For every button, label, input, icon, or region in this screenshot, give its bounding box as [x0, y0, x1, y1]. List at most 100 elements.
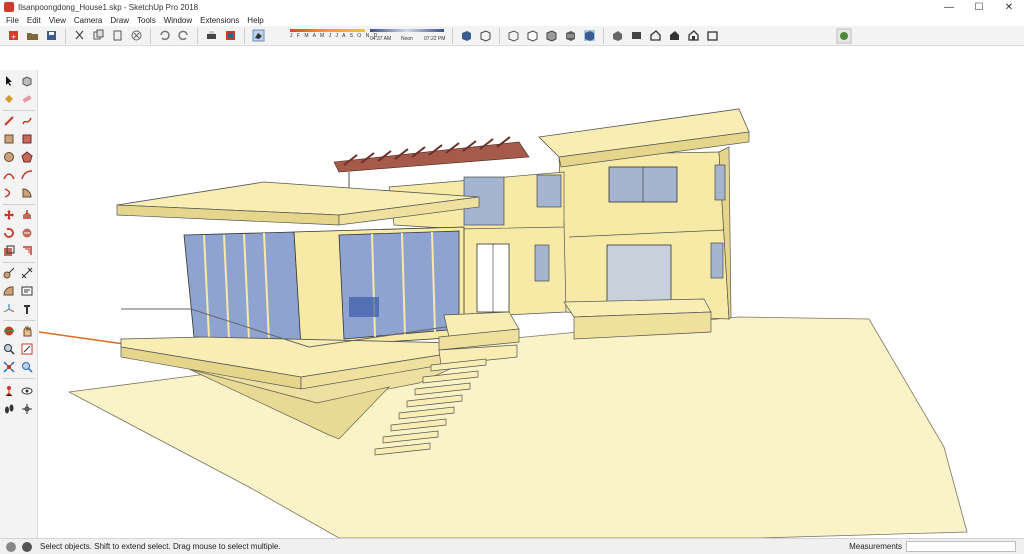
push-pull-icon[interactable]: [20, 208, 34, 222]
left-tool-palette: [0, 70, 38, 538]
menu-draw[interactable]: Draw: [106, 16, 133, 25]
position-camera-icon[interactable]: [2, 384, 16, 398]
shaded-icon[interactable]: [544, 28, 559, 43]
zoom-icon[interactable]: [2, 342, 16, 356]
window-title: Ilsanpoongdong_House1.skp - SketchUp Pro…: [18, 2, 199, 12]
palette-separator: [3, 320, 35, 321]
previous-view-icon[interactable]: [20, 360, 34, 374]
copy-icon[interactable]: [91, 28, 106, 43]
main-toolbar: + J F M A M J J A S O N D 04:37 AM Noon …: [0, 26, 1024, 46]
orbit-icon[interactable]: [2, 324, 16, 338]
two-point-arc-icon[interactable]: [20, 168, 34, 182]
text-tool-icon[interactable]: [20, 284, 34, 298]
erase-icon[interactable]: [129, 28, 144, 43]
menu-help[interactable]: Help: [243, 16, 267, 25]
menu-view[interactable]: View: [45, 16, 70, 25]
top-view-icon[interactable]: [629, 28, 644, 43]
paste-icon[interactable]: [110, 28, 125, 43]
upper-side-window: [714, 164, 726, 201]
shaded-textures-icon[interactable]: [563, 28, 578, 43]
line-tool-icon[interactable]: [2, 114, 16, 128]
geolocation-icon[interactable]: [6, 541, 16, 552]
look-around-icon[interactable]: [20, 384, 34, 398]
window-controls: — ☐ ✕: [934, 0, 1024, 14]
axes-tool-icon[interactable]: [2, 302, 16, 316]
menu-window[interactable]: Window: [160, 16, 196, 25]
walk-icon[interactable]: [2, 402, 16, 416]
maximize-button[interactable]: ☐: [964, 0, 994, 14]
front-view-icon[interactable]: [648, 28, 663, 43]
monochrome-icon[interactable]: [582, 28, 597, 43]
toolbar-separator: [603, 27, 604, 44]
menu-file[interactable]: File: [2, 16, 23, 25]
back-view-icon[interactable]: [686, 28, 701, 43]
rotate-tool-icon[interactable]: [2, 226, 16, 240]
toolbar-separator: [499, 27, 500, 44]
tape-measure-icon[interactable]: [2, 266, 16, 280]
offset-tool-icon[interactable]: [20, 244, 34, 258]
protractor-icon[interactable]: [2, 284, 16, 298]
pan-icon[interactable]: [20, 324, 34, 338]
sketchup-app-icon: [4, 2, 14, 12]
red-axis-line: [39, 331, 125, 345]
right-view-icon[interactable]: [667, 28, 682, 43]
model-viewport[interactable]: [39, 47, 1024, 538]
polygon-tool-icon[interactable]: [20, 150, 34, 164]
toolbar-separator: [150, 27, 151, 44]
make-component-icon[interactable]: [20, 74, 34, 88]
menu-camera[interactable]: Camera: [70, 16, 106, 25]
minimize-button[interactable]: —: [934, 0, 964, 14]
shadows-toggle-icon[interactable]: [251, 28, 266, 43]
extension-warehouse-icon[interactable]: [836, 28, 852, 44]
month-labels: J F M A M J J A S O N D: [290, 32, 379, 39]
xray-icon[interactable]: [459, 28, 474, 43]
measurements-input[interactable]: [906, 541, 1016, 552]
scale-tool-icon[interactable]: [2, 244, 16, 258]
menu-edit[interactable]: Edit: [23, 16, 45, 25]
select-tool-icon[interactable]: [2, 74, 16, 88]
undo-icon[interactable]: [157, 28, 172, 43]
rotated-rectangle-icon[interactable]: [20, 132, 34, 146]
rectangle-tool-icon[interactable]: [2, 132, 16, 146]
freehand-icon[interactable]: [20, 114, 34, 128]
menu-tools[interactable]: Tools: [133, 16, 160, 25]
eraser-icon[interactable]: [20, 92, 34, 106]
measurements-label: Measurements: [849, 542, 902, 551]
zoom-extents-icon[interactable]: [2, 360, 16, 374]
menu-extensions[interactable]: Extensions: [196, 16, 243, 25]
3d-text-icon[interactable]: [20, 302, 34, 316]
pie-tool-icon[interactable]: [20, 186, 34, 200]
toolbar-separator: [65, 27, 66, 44]
center-tower: [458, 221, 567, 318]
print-icon[interactable]: [204, 28, 219, 43]
lower-side-window: [710, 242, 724, 279]
save-icon[interactable]: [44, 28, 59, 43]
iso-view-icon[interactable]: [610, 28, 625, 43]
zoom-window-icon[interactable]: [20, 342, 34, 356]
close-button[interactable]: ✕: [994, 0, 1024, 14]
dimension-tool-icon[interactable]: [20, 266, 34, 280]
new-file-icon[interactable]: +: [6, 28, 21, 43]
credits-icon[interactable]: [22, 541, 32, 552]
left-view-icon[interactable]: [705, 28, 720, 43]
time-slider[interactable]: [370, 28, 444, 32]
hidden-line-icon[interactable]: [525, 28, 540, 43]
toolbar-separator: [197, 27, 198, 44]
move-tool-icon[interactable]: [2, 208, 16, 222]
tower-window: [534, 244, 550, 282]
paint-bucket-icon[interactable]: [2, 92, 16, 106]
back-edges-icon[interactable]: [478, 28, 493, 43]
open-icon[interactable]: [25, 28, 40, 43]
redo-icon[interactable]: [176, 28, 191, 43]
follow-me-icon[interactable]: [20, 226, 34, 240]
month-slider[interactable]: [290, 28, 365, 32]
circle-tool-icon[interactable]: [2, 150, 16, 164]
wireframe-icon[interactable]: [506, 28, 521, 43]
three-point-arc-icon[interactable]: [2, 186, 16, 200]
arc-tool-icon[interactable]: [2, 168, 16, 182]
shadow-settings-panel[interactable]: J F M A M J J A S O N D 04:37 AM Noon 07…: [270, 27, 446, 45]
status-bar: Select objects. Shift to extend select. …: [0, 538, 1024, 554]
section-plane-icon[interactable]: [20, 402, 34, 416]
model-info-icon[interactable]: [223, 28, 238, 43]
cut-icon[interactable]: [72, 28, 87, 43]
